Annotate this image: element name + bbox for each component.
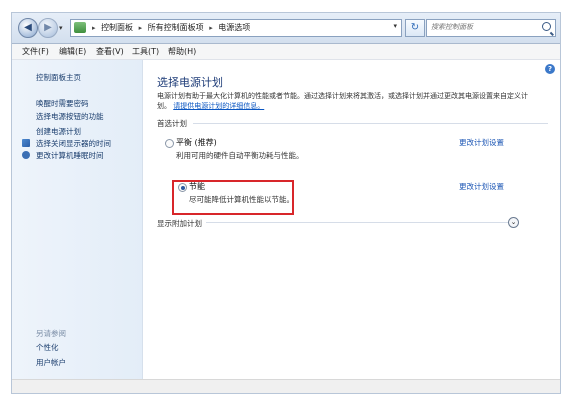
sidebar-item-wake-password[interactable]: 唤醒时需要密码 — [36, 98, 89, 109]
additional-plans-divider — [206, 222, 508, 223]
status-bar — [12, 379, 560, 393]
menu-tools[interactable]: 工具(T) — [132, 46, 159, 57]
display-icon — [22, 139, 30, 147]
menu-view[interactable]: 查看(V) — [96, 46, 124, 57]
main-content: ? 选择电源计划 电源计划有助于最大化计算机的性能或者节能。通过选择计划来将其激… — [143, 60, 560, 393]
group-divider — [193, 123, 548, 124]
refresh-button[interactable]: ↻ — [405, 19, 425, 37]
menu-edit[interactable]: 编辑(E) — [59, 46, 86, 57]
sidebar-home-link[interactable]: 控制面板主页 — [36, 72, 81, 83]
sidebar-item-create-plan[interactable]: 创建电源计划 — [36, 126, 81, 137]
plan-desc-balanced: 利用可用的硬件自动平衡功耗与性能。 — [176, 151, 304, 160]
forward-button[interactable]: ▶ — [38, 18, 58, 38]
breadcrumb-all-items[interactable]: 所有控制面板项 — [148, 23, 204, 32]
plan-details-link[interactable]: 请提供电源计划的详细信息。 — [173, 102, 264, 110]
sidebar-item-sleep-time[interactable]: 更改计算机睡眠时间 — [36, 150, 104, 161]
plan-name-power-saver[interactable]: 节能 — [189, 181, 205, 192]
plan-radio-balanced[interactable] — [165, 139, 174, 148]
address-bar: ◀ ▶ ▾ ▸ 控制面板 ▸ 所有控制面板项 ▸ 电源选项 ▾ ↻ — [12, 13, 560, 44]
control-panel-window: ◀ ▶ ▾ ▸ 控制面板 ▸ 所有控制面板项 ▸ 电源选项 ▾ ↻ 文件(F) … — [11, 12, 561, 394]
search-box[interactable] — [426, 19, 556, 37]
breadcrumb-power-options[interactable]: 电源选项 — [218, 23, 250, 32]
menu-help[interactable]: 帮助(H) — [168, 46, 196, 57]
search-icon[interactable] — [542, 22, 551, 31]
back-button[interactable]: ◀ — [18, 18, 38, 38]
search-input[interactable] — [427, 20, 531, 34]
page-title: 选择电源计划 — [157, 76, 223, 89]
control-panel-icon — [74, 22, 86, 33]
breadcrumb-control-panel[interactable]: 控制面板 — [101, 23, 133, 32]
change-plan-settings-power-saver[interactable]: 更改计划设置 — [459, 181, 504, 192]
see-also-personalization[interactable]: 个性化 — [36, 342, 59, 353]
show-additional-plans-label[interactable]: 显示附加计划 — [157, 218, 202, 229]
menu-file[interactable]: 文件(F) — [22, 46, 49, 57]
plan-radio-power-saver[interactable] — [178, 183, 187, 192]
page-description: 电源计划有助于最大化计算机的性能或者节能。通过选择计划来将其激活，或选择计划并通… — [157, 91, 537, 111]
plan-desc-power-saver: 尽可能降低计算机性能以节能。 — [189, 195, 294, 204]
help-icon[interactable]: ? — [545, 64, 555, 74]
menu-bar: 文件(F) 编辑(E) 查看(V) 工具(T) 帮助(H) — [12, 44, 560, 60]
see-also-user-accounts[interactable]: 用户帐户 — [36, 357, 66, 368]
address-dropdown-icon[interactable]: ▾ — [393, 22, 397, 30]
recent-pages-dropdown-icon[interactable]: ▾ — [59, 24, 63, 32]
sidebar: 控制面板主页 唤醒时需要密码 选择电源按钮的功能 创建电源计划 选择关闭显示器的… — [12, 60, 143, 393]
sidebar-item-display-off[interactable]: 选择关闭显示器的时间 — [36, 138, 111, 149]
change-plan-settings-balanced[interactable]: 更改计划设置 — [459, 137, 504, 148]
preferred-plans-label: 首选计划 — [157, 119, 187, 128]
breadcrumb[interactable]: ▸ 控制面板 ▸ 所有控制面板项 ▸ 电源选项 ▾ — [70, 19, 402, 37]
sidebar-item-power-buttons[interactable]: 选择电源按钮的功能 — [36, 111, 104, 122]
plan-name-balanced[interactable]: 平衡 (推荐) — [176, 137, 217, 148]
moon-icon — [22, 151, 30, 159]
see-also-heading: 另请参阅 — [36, 329, 66, 338]
chevron-down-icon[interactable]: ⌄ — [508, 217, 519, 228]
